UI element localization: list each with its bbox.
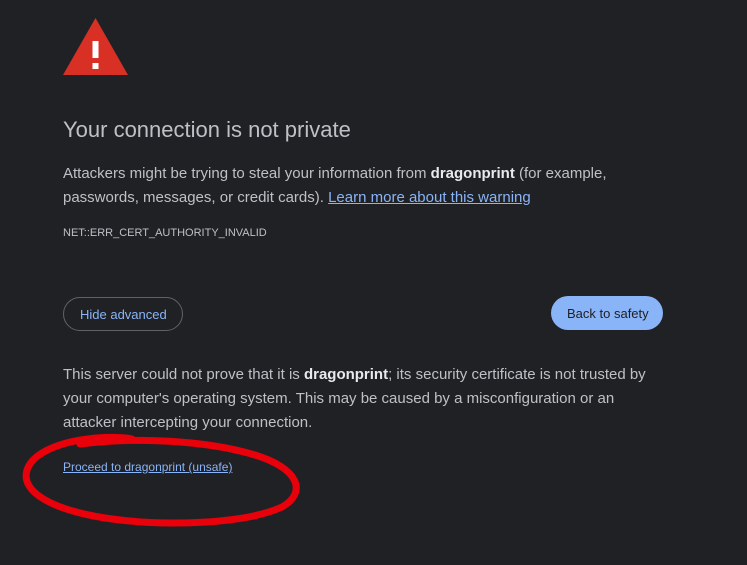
advanced-details: This server could not prove that it is d…: [63, 363, 663, 435]
details-host: dragonprint: [303, 366, 389, 383]
red-circle-annotation: [22, 433, 300, 527]
page-title: Your connection is not private: [63, 117, 351, 142]
warning-triangle-icon: [63, 18, 128, 75]
learn-more-link[interactable]: Learn more about this warning: [328, 189, 531, 206]
warning-description: Attackers might be trying to steal your …: [63, 162, 663, 210]
details-text: This server could not prove that it is: [63, 366, 304, 383]
hide-advanced-button[interactable]: Hide advanced: [63, 297, 183, 331]
proceed-unsafe-link[interactable]: Proceed to dragonprint (unsafe): [63, 460, 232, 474]
description-text: Attackers might be trying to steal your …: [63, 165, 431, 182]
error-code: NET::ERR_CERT_AUTHORITY_INVALID: [63, 227, 267, 239]
description-host: dragonprint: [430, 165, 515, 182]
back-to-safety-button[interactable]: Back to safety: [551, 296, 663, 330]
